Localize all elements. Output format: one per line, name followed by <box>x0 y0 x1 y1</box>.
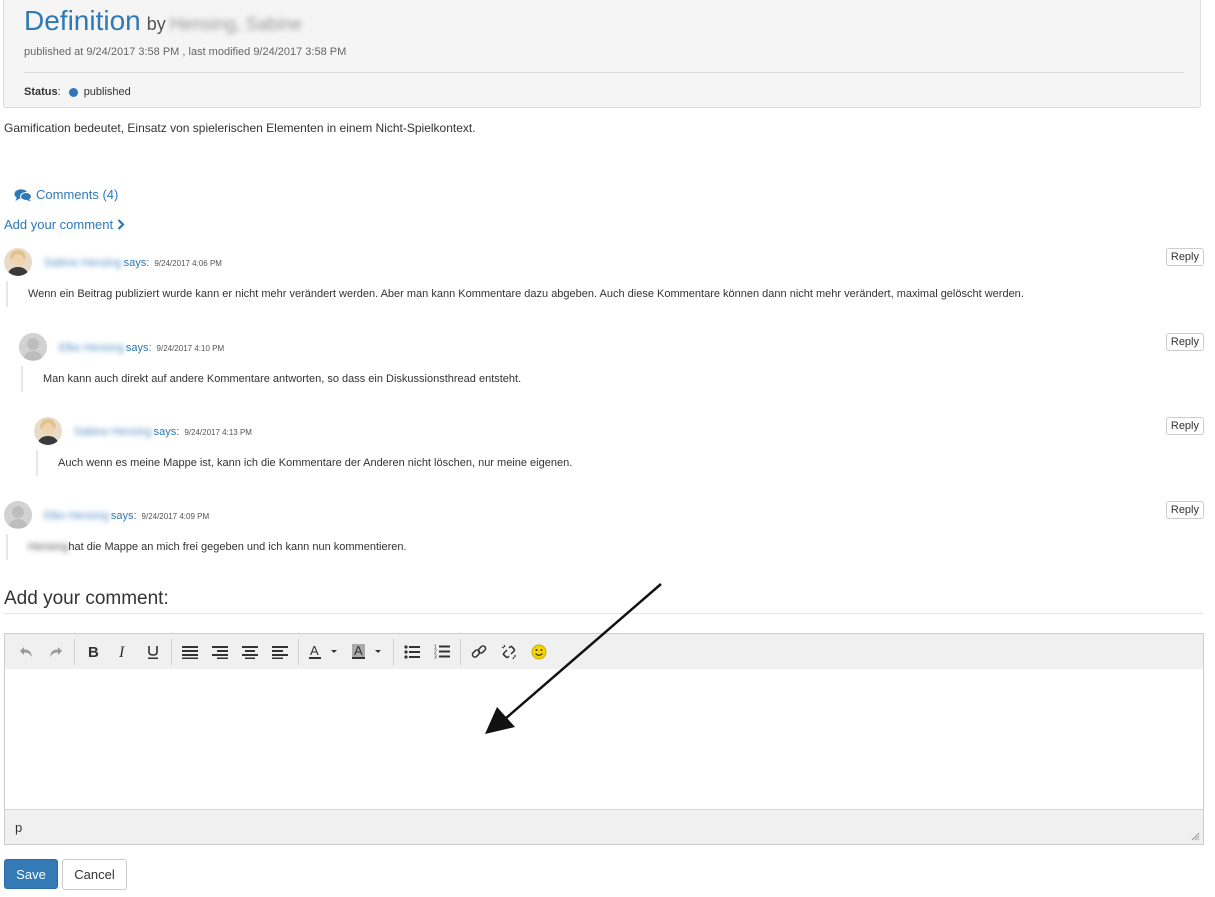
svg-text:B: B <box>88 644 99 660</box>
status-value: published <box>83 86 131 98</box>
toolbar-separator <box>393 638 394 665</box>
undo-icon[interactable] <box>11 639 41 665</box>
comment-body-mention: Hensing <box>28 541 69 553</box>
comment-date: 9/24/2017 4:06 PM <box>154 259 222 268</box>
cancel-button[interactable]: Cancel <box>62 859 127 890</box>
link-icon[interactable] <box>464 639 494 665</box>
align-right-icon[interactable] <box>205 639 235 665</box>
redo-icon[interactable] <box>41 639 71 665</box>
emoticons-icon[interactable] <box>524 639 554 665</box>
element-path[interactable]: p <box>15 820 22 835</box>
status-colon: : <box>57 86 61 98</box>
comment: Elke Hensing says: 9/24/2017 4:09 PM Hen… <box>4 501 1204 571</box>
bullet-list-icon[interactable] <box>397 639 427 665</box>
status-label: Status <box>24 86 58 98</box>
add-comment-heading: Add your comment: <box>4 588 169 609</box>
svg-text:3: 3 <box>434 655 437 660</box>
svg-text:A: A <box>310 643 319 658</box>
comments-link-label: Comments (4) <box>36 187 119 202</box>
reply-button[interactable]: Reply <box>1165 417 1204 435</box>
comment-author[interactable]: Elke Hensing <box>59 342 124 354</box>
comment-body: Man kann auch direkt auf andere Kommenta… <box>21 366 1164 392</box>
entry-header-panel: Definition by Hensing, Sabine published at… <box>3 0 1201 108</box>
save-button[interactable]: Save <box>4 859 58 889</box>
comment-body-text: hat die Mappe an mich frei gegeben und i… <box>68 541 407 553</box>
comment-editor: B I A A 123 p <box>4 633 1204 845</box>
comment-says: says: <box>153 426 180 438</box>
comment-date: 9/24/2017 4:09 PM <box>141 512 210 521</box>
comment-header: Elke Hensing says: 9/24/2017 4:09 PM <box>44 510 209 522</box>
comments-icon <box>14 188 32 201</box>
comment-body: Wenn ein Beitrag publiziert wurde kann e… <box>6 281 1164 307</box>
comment-date: 9/24/2017 4:13 PM <box>184 428 252 437</box>
avatar <box>34 417 62 445</box>
chevron-right-icon <box>117 219 125 230</box>
entry-author: Hensing, Sabine <box>169 14 302 34</box>
status-dot-icon <box>68 87 78 97</box>
italic-icon[interactable]: I <box>108 639 138 665</box>
resize-handle-icon[interactable] <box>1191 832 1200 841</box>
comment-text-area[interactable] <box>5 669 1203 809</box>
numbered-list-icon[interactable]: 123 <box>427 639 457 665</box>
reply-button[interactable]: Reply <box>1165 501 1204 519</box>
comment-body: Auch wenn es meine Mappe ist, kann ich d… <box>36 450 1164 476</box>
add-comment-link[interactable]: Add your comment <box>4 217 125 232</box>
comment-says: says: <box>125 342 152 354</box>
unlink-icon[interactable] <box>494 639 524 665</box>
comment-author[interactable]: Sabine Hensing <box>44 257 122 269</box>
comment-author[interactable]: Elke Hensing <box>44 510 109 522</box>
entry-body: Gamification bedeutet, Einsatz von spiel… <box>4 121 476 135</box>
comment-header: Sabine Hensing says: 9/24/2017 4:06 PM <box>44 257 222 269</box>
editor-toolbar: B I A A 123 <box>5 634 1203 670</box>
entry-title: Definition <box>24 5 141 36</box>
status-row: Status: published <box>24 86 131 98</box>
comment-header: Elke Hensing says: 9/24/2017 4:10 PM <box>59 342 224 354</box>
add-comment-divider <box>4 613 1203 614</box>
bold-icon[interactable]: B <box>78 639 108 665</box>
comment: Sabine Hensing says: 9/24/2017 4:13 PM A… <box>34 417 1204 487</box>
align-justify-icon[interactable] <box>175 639 205 665</box>
comment-says: says: <box>123 257 150 269</box>
toolbar-separator <box>171 638 172 665</box>
toolbar-separator <box>74 638 75 665</box>
avatar <box>4 501 32 529</box>
toolbar-separator <box>298 638 299 665</box>
avatar <box>19 333 47 361</box>
comment: Sabine Hensing says: 9/24/2017 4:06 PM W… <box>4 248 1204 318</box>
underline-icon[interactable] <box>138 639 168 665</box>
svg-text:I: I <box>118 644 125 660</box>
background-color-icon[interactable]: A <box>346 639 390 665</box>
reply-button[interactable]: Reply <box>1165 248 1204 266</box>
comment-says: says: <box>110 510 137 522</box>
toolbar-separator <box>460 638 461 665</box>
entry-by-label: by <box>146 14 166 34</box>
published-info: published at 9/24/2017 3:58 PM , last mo… <box>24 46 347 58</box>
comment: Elke Hensing says: 9/24/2017 4:10 PM Man… <box>19 333 1204 403</box>
editor-statusbar: p <box>5 809 1203 844</box>
align-left-icon[interactable] <box>265 639 295 665</box>
align-center-icon[interactable] <box>235 639 265 665</box>
reply-button[interactable]: Reply <box>1165 333 1204 351</box>
comment-date: 9/24/2017 4:10 PM <box>156 344 225 353</box>
entry-title-row: Definition by Hensing, Sabine <box>24 5 302 37</box>
add-comment-link-label: Add your comment <box>4 217 114 232</box>
comment-author[interactable]: Sabine Hensing <box>74 426 152 438</box>
comments-toggle-link[interactable]: Comments (4) <box>14 187 118 202</box>
text-color-icon[interactable]: A <box>302 639 346 665</box>
header-divider <box>24 72 1184 73</box>
svg-text:A: A <box>354 643 363 658</box>
comment-body: Hensinghat die Mappe an mich frei gegebe… <box>6 534 1164 560</box>
comment-header: Sabine Hensing says: 9/24/2017 4:13 PM <box>74 426 252 438</box>
avatar <box>4 248 32 276</box>
